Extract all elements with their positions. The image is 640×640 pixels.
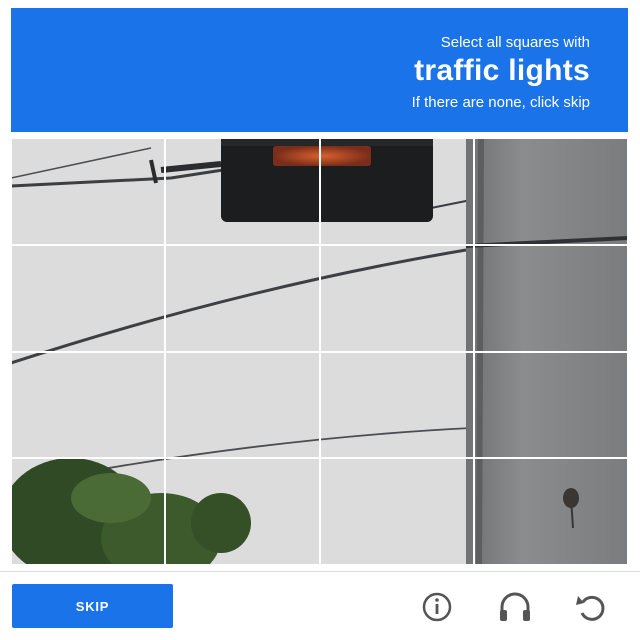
info-icon bbox=[422, 592, 452, 622]
grid-tile-r1-c4[interactable] bbox=[472, 138, 628, 246]
grid-tile-r2-c3[interactable] bbox=[318, 243, 475, 353]
grid-tile-r4-c3[interactable] bbox=[318, 457, 475, 565]
headphones-icon bbox=[500, 592, 530, 621]
grid-tile-r1-c3[interactable] bbox=[318, 138, 475, 246]
grid-tile-r4-c4[interactable] bbox=[472, 457, 628, 565]
recaptcha-challenge: Select all squares with traffic lights I… bbox=[0, 0, 640, 640]
audio-challenge-button[interactable] bbox=[494, 586, 536, 628]
skip-button[interactable]: SKIP bbox=[12, 584, 173, 628]
grid-tile-r3-c4[interactable] bbox=[472, 350, 628, 460]
target-object-label: traffic lights bbox=[414, 54, 590, 87]
grid-tile-r3-c3[interactable] bbox=[318, 350, 475, 460]
grid-tile-r2-c4[interactable] bbox=[472, 243, 628, 353]
footer-divider bbox=[0, 571, 640, 572]
grid-tile-r1-c2[interactable] bbox=[164, 138, 321, 246]
image-grid bbox=[11, 138, 628, 565]
grid-tile-r2-c2[interactable] bbox=[164, 243, 321, 353]
grid-tile-r3-c1[interactable] bbox=[11, 350, 167, 460]
grid-tile-r3-c2[interactable] bbox=[164, 350, 321, 460]
instruction-text: Select all squares with bbox=[440, 34, 590, 51]
reload-button[interactable] bbox=[570, 586, 612, 628]
grid-tile-r2-c1[interactable] bbox=[11, 243, 167, 353]
reload-icon bbox=[576, 595, 605, 621]
grid-tile-r1-c1[interactable] bbox=[11, 138, 167, 246]
info-button[interactable] bbox=[416, 586, 458, 628]
grid-tile-r4-c1[interactable] bbox=[11, 457, 167, 565]
skip-hint-text: If there are none, click skip bbox=[411, 94, 590, 111]
challenge-header: Select all squares with traffic lights I… bbox=[11, 8, 628, 132]
grid-tile-r4-c2[interactable] bbox=[164, 457, 321, 565]
